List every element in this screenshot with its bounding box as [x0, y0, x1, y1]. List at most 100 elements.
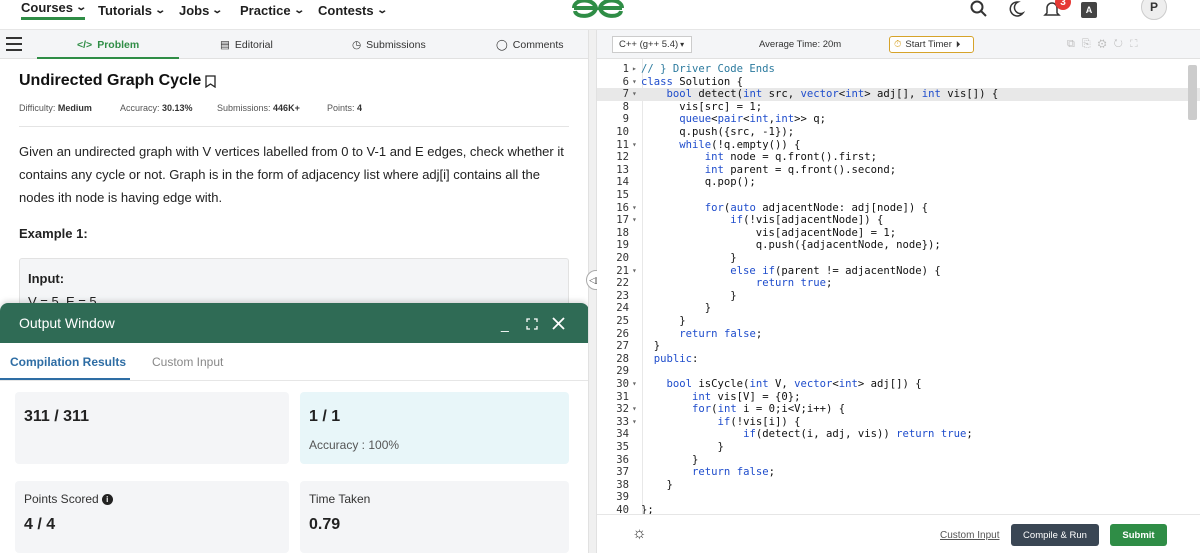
- close-icon[interactable]: [552, 317, 565, 330]
- code-line[interactable]: 40};: [597, 504, 1200, 514]
- fold-toggle-icon[interactable]: ▾: [632, 265, 640, 278]
- code-line[interactable]: 17 ▾ if(!vis[adjacentNode]) {: [597, 214, 1200, 227]
- fold-toggle-icon[interactable]: ▾: [632, 202, 640, 215]
- bookmark-icon[interactable]: [205, 74, 216, 88]
- tab-problem[interactable]: </> Problem: [36, 30, 180, 59]
- compile-run-button[interactable]: Compile & Run: [1011, 524, 1099, 546]
- nav-tutorials[interactable]: Tutorials ⌄: [98, 0, 166, 20]
- fold-toggle-icon[interactable]: ▾: [632, 214, 640, 227]
- code-line[interactable]: 18 vis[adjacentNode] = 1;: [597, 227, 1200, 240]
- line-number: 36: [616, 453, 629, 466]
- nav-practice[interactable]: Practice ⌄: [240, 0, 305, 20]
- code-text: return true;: [755, 277, 833, 290]
- code-line[interactable]: 35 }: [597, 441, 1200, 454]
- tab-editorial[interactable]: ▤ Editorial: [220, 30, 273, 59]
- chat-icon: ◯: [496, 38, 508, 51]
- reset-icon[interactable]: ⎘: [1082, 38, 1098, 50]
- code-line[interactable]: 24 }: [597, 302, 1200, 315]
- fullscreen-icon[interactable]: ⛶: [1130, 38, 1145, 50]
- fold-toggle-icon[interactable]: ▾: [632, 403, 640, 416]
- code-line[interactable]: 32 ▾ for(int i = 0;i<V;i++) {: [597, 403, 1200, 416]
- output-window-title: Output Window: [19, 315, 115, 331]
- avatar[interactable]: P: [1141, 0, 1167, 20]
- code-line[interactable]: 33 ▾ if(!vis[i]) {: [597, 416, 1200, 429]
- editor-scrollbar[interactable]: [1188, 65, 1197, 120]
- tab-compilation-results[interactable]: Compilation Results: [0, 355, 131, 380]
- time-taken-card: Time Taken 0.79: [300, 481, 569, 553]
- timer-icon: ⏱: [894, 39, 902, 50]
- code-line[interactable]: 6 ▾ class Solution {: [597, 76, 1200, 89]
- copy-icon[interactable]: ⧉: [1067, 38, 1082, 50]
- average-time: Average Time: 20m: [759, 39, 842, 50]
- code-text: q.push({adjacentNode, node});: [641, 239, 941, 252]
- fold-toggle-icon[interactable]: ▾: [632, 76, 640, 89]
- code-line[interactable]: 9 queue<pair<int,int>> q;: [597, 113, 1200, 126]
- code-line[interactable]: 21 ▾ else if(parent != adjacentNode) {: [597, 265, 1200, 278]
- divider: [19, 126, 569, 127]
- code-line[interactable]: 25 }: [597, 315, 1200, 328]
- fold-toggle-icon[interactable]: ▾: [632, 139, 640, 152]
- fold-toggle-icon[interactable]: ▸: [632, 63, 640, 76]
- code-line[interactable]: 15: [597, 189, 1200, 202]
- menu-icon[interactable]: [6, 37, 22, 51]
- code-line[interactable]: 26 return false;: [597, 328, 1200, 341]
- line-number: 38: [616, 478, 629, 491]
- fold-toggle-icon[interactable]: ▾: [632, 88, 640, 101]
- panel-splitter[interactable]: [588, 30, 597, 553]
- code-line[interactable]: 19 q.push({adjacentNode, node});: [597, 239, 1200, 252]
- info-icon[interactable]: i: [101, 494, 113, 506]
- lightbulb-icon[interactable]: ☼: [632, 525, 647, 543]
- nav-jobs[interactable]: Jobs ⌄: [179, 0, 223, 20]
- code-line[interactable]: 37 return false;: [597, 466, 1200, 479]
- language-select[interactable]: C++ (g++ 5.4) ▾: [612, 36, 692, 53]
- code-line[interactable]: 10 q.push({src, -1});: [597, 126, 1200, 139]
- line-number: 12: [616, 151, 629, 164]
- chevron-down-icon: ⌄: [75, 2, 88, 13]
- code-line[interactable]: 23 }: [597, 290, 1200, 303]
- translate-icon[interactable]: A: [1081, 2, 1097, 18]
- code-line[interactable]: 13 int parent = q.front().second;: [597, 164, 1200, 177]
- code-line[interactable]: 36 }: [597, 454, 1200, 467]
- start-timer-button[interactable]: ⏱ Start Timer ⏵: [889, 36, 974, 53]
- nav-courses[interactable]: Courses ⌄: [21, 0, 88, 20]
- tab-comments[interactable]: ◯ Comments: [496, 30, 564, 59]
- expand-icon[interactable]: [526, 318, 538, 330]
- code-line[interactable]: 29: [597, 365, 1200, 378]
- code-line[interactable]: 22 return true;: [597, 277, 1200, 290]
- code-line[interactable]: 27 }: [597, 340, 1200, 353]
- settings-icon[interactable]: ⚙: [1098, 38, 1114, 50]
- fold-toggle-icon[interactable]: ▾: [632, 378, 640, 391]
- line-number: 29: [616, 365, 629, 378]
- code-line[interactable]: 34 if(detect(i, adj, vis)) return true;: [597, 428, 1200, 441]
- code-line[interactable]: 30 ▾ bool isCycle(int V, vector<int> adj[…: [597, 378, 1200, 391]
- code-line[interactable]: 7 ▾ bool detect(int src, vector<int> adj[…: [597, 88, 1200, 101]
- submit-button[interactable]: Submit: [1110, 524, 1167, 546]
- code-line[interactable]: 1 ▸// } Driver Code Ends: [597, 63, 1200, 76]
- refresh-icon[interactable]: ↻: [1114, 38, 1130, 50]
- score-value: 1 / 1: [309, 408, 341, 425]
- code-line[interactable]: 20 }: [597, 252, 1200, 265]
- tab-custom-input[interactable]: Custom Input: [152, 355, 223, 369]
- custom-input-link[interactable]: Custom Input: [940, 530, 999, 541]
- nav-contests[interactable]: Contests ⌄: [318, 0, 388, 20]
- code-line[interactable]: 14 q.pop();: [597, 176, 1200, 189]
- code-line[interactable]: 12 int node = q.front().first;: [597, 151, 1200, 164]
- tab-editorial-label: Editorial: [234, 38, 273, 51]
- code-line[interactable]: 28 public:: [597, 353, 1200, 366]
- code-editor[interactable]: 1 ▸// } Driver Code Ends 6 ▾ class Solution …: [597, 59, 1200, 514]
- code-line[interactable]: 38 }: [597, 479, 1200, 492]
- line-number: 21: [616, 264, 629, 277]
- code-line[interactable]: 11 ▾ while(!q.empty()) {: [597, 139, 1200, 152]
- tab-submissions[interactable]: ◷ Submissions: [352, 30, 426, 59]
- dark-mode-icon[interactable]: [1007, 0, 1025, 20]
- code-line[interactable]: 16 ▾ for(auto adjacentNode: adj[node]) {: [597, 202, 1200, 215]
- line-number: 31: [616, 390, 629, 403]
- code-line[interactable]: 8 vis[src] = 1;: [597, 101, 1200, 114]
- gfg-logo[interactable]: [568, 0, 628, 20]
- points-scored-value: 4 / 4: [24, 516, 56, 533]
- minimize-icon[interactable]: _: [501, 316, 509, 332]
- code-line[interactable]: 31 int vis[V] = {0};: [597, 391, 1200, 404]
- code-line[interactable]: 39: [597, 491, 1200, 504]
- search-icon[interactable]: [970, 0, 988, 20]
- fold-toggle-icon[interactable]: ▾: [632, 416, 640, 429]
